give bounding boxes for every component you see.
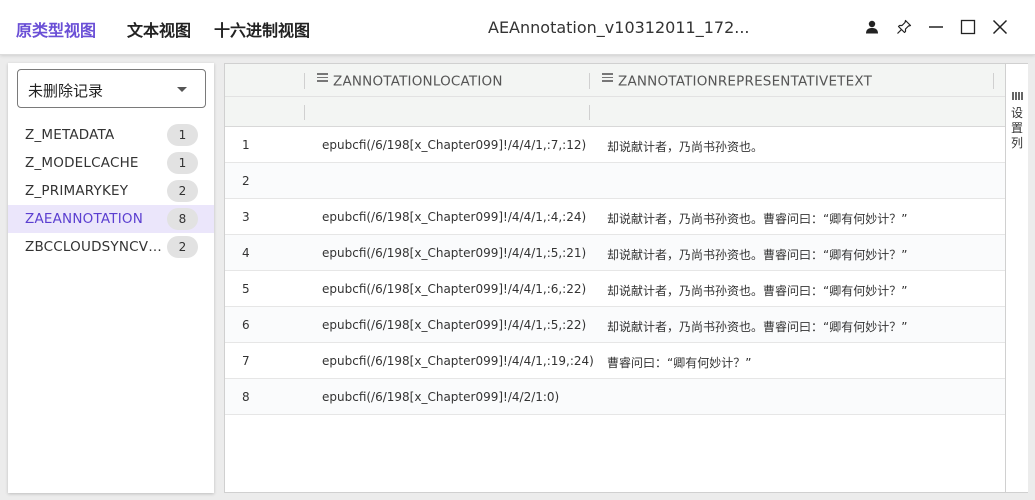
- column-header-location[interactable]: ZANNOTATIONLOCATION: [317, 64, 503, 97]
- record-count-badge: 2: [167, 236, 198, 258]
- column-menu-icon[interactable]: [317, 73, 328, 84]
- cell-location[interactable]: epubcfi(/6/198[x_Chapter099]!/4/4/1,:6,:…: [322, 282, 586, 296]
- column-header-text[interactable]: ZANNOTATIONREPRESENTATIVETEXT: [602, 64, 872, 97]
- table-row[interactable]: 5 epubcfi(/6/198[x_Chapter099]!/4/4/1,:6…: [225, 271, 1005, 307]
- row-number: 4: [242, 246, 250, 260]
- grid-body: 1 epubcfi(/6/198[x_Chapter099]!/4/4/1,:7…: [225, 127, 1005, 415]
- cell-location[interactable]: epubcfi(/6/198[x_Chapter099]!/4/4/1,:5,:…: [322, 318, 586, 332]
- row-number: 3: [242, 210, 250, 224]
- cell-location[interactable]: epubcfi(/6/198[x_Chapter099]!/4/4/1,:7,:…: [322, 138, 586, 152]
- tab-text-view[interactable]: 文本视图: [127, 17, 191, 41]
- table-row[interactable]: 4 epubcfi(/6/198[x_Chapter099]!/4/4/1,:5…: [225, 235, 1005, 271]
- row-number: 8: [242, 390, 250, 404]
- cell-location[interactable]: epubcfi(/6/198[x_Chapter099]!/4/4/1,:4,:…: [322, 210, 586, 224]
- cell-location[interactable]: epubcfi(/6/198[x_Chapter099]!/4/2/1:0): [322, 390, 559, 404]
- record-filter-select[interactable]: 未删除记录: [17, 69, 206, 108]
- row-number: 7: [242, 354, 250, 368]
- table-row[interactable]: 1 epubcfi(/6/198[x_Chapter099]!/4/4/1,:7…: [225, 127, 1005, 163]
- row-number: 1: [242, 138, 250, 152]
- table-name: Z_PRIMARYKEY: [25, 183, 129, 199]
- row-number: 5: [242, 282, 250, 296]
- table-row[interactable]: 8 epubcfi(/6/198[x_Chapter099]!/4/2/1:0): [225, 379, 1005, 415]
- minimize-icon[interactable]: [924, 15, 948, 39]
- record-count-badge: 2: [167, 180, 198, 202]
- tab-raw-view[interactable]: 原类型视图: [16, 17, 96, 41]
- record-count-badge: 1: [167, 152, 198, 174]
- column-divider[interactable]: [304, 73, 305, 89]
- table-name: ZAEANNOTATION: [25, 211, 144, 227]
- grid-header-row: ZANNOTATIONLOCATION ZANNOTATIONREPRESENT…: [225, 64, 1005, 97]
- column-header-label: ZANNOTATIONREPRESENTATIVETEXT: [618, 73, 873, 90]
- column-menu-icon[interactable]: [602, 73, 613, 84]
- title-bar: 原类型视图 文本视图 十六进制视图 AEAnnotation_v10312011…: [0, 0, 1035, 55]
- filter-divider: [304, 105, 305, 120]
- column-divider[interactable]: [589, 73, 590, 89]
- column-settings-label: 设置列: [1010, 106, 1023, 150]
- row-number: 2: [242, 174, 250, 188]
- record-count-badge: 8: [167, 208, 198, 230]
- record-filter-value: 未删除记录: [28, 82, 104, 100]
- record-count-badge: 1: [167, 124, 198, 146]
- table-row[interactable]: 3 epubcfi(/6/198[x_Chapter099]!/4/4/1,:4…: [225, 199, 1005, 235]
- user-icon[interactable]: [860, 15, 884, 39]
- table-item-zbccloudsyncversions[interactable]: ZBCCLOUDSYNCVE... 2: [8, 233, 214, 261]
- table-row[interactable]: 6 epubcfi(/6/198[x_Chapter099]!/4/4/1,:5…: [225, 307, 1005, 343]
- cell-location[interactable]: epubcfi(/6/198[x_Chapter099]!/4/4/1,:5,:…: [322, 246, 586, 260]
- row-number: 6: [242, 318, 250, 332]
- data-grid: ZANNOTATIONLOCATION ZANNOTATIONREPRESENT…: [224, 63, 1028, 493]
- table-list-panel: 未删除记录 Z_METADATA 1 Z_MODELCACHE 1 Z_PRIM…: [8, 63, 214, 493]
- filter-divider: [589, 105, 590, 120]
- caret-down-icon: [177, 87, 187, 92]
- cell-text[interactable]: 曹睿问曰：“卿有何妙计？”: [607, 354, 751, 371]
- column-header-label: ZANNOTATIONLOCATION: [333, 73, 503, 90]
- table-item-z-modelcache[interactable]: Z_MODELCACHE 1: [8, 149, 214, 177]
- table-list: Z_METADATA 1 Z_MODELCACHE 1 Z_PRIMARYKEY…: [8, 121, 214, 261]
- table-row[interactable]: 2: [225, 163, 1005, 199]
- tab-hex-view[interactable]: 十六进制视图: [214, 17, 310, 41]
- table-row[interactable]: 7 epubcfi(/6/198[x_Chapter099]!/4/4/1,:1…: [225, 343, 1005, 379]
- column-settings-tool-panel[interactable]: 设置列: [1005, 64, 1028, 492]
- cell-location[interactable]: epubcfi(/6/198[x_Chapter099]!/4/4/1,:19,…: [322, 354, 594, 368]
- cell-text[interactable]: 却说献计者，乃尚书孙资也。曹睿问曰：“卿有何妙计？”: [607, 282, 907, 299]
- table-item-z-primarykey[interactable]: Z_PRIMARYKEY 2: [8, 177, 214, 205]
- table-name: Z_METADATA: [25, 127, 115, 143]
- table-item-z-metadata[interactable]: Z_METADATA 1: [8, 121, 214, 149]
- pin-icon[interactable]: [892, 15, 916, 39]
- maximize-icon[interactable]: [956, 15, 980, 39]
- window-title: AEAnnotation_v10312011_172...: [488, 18, 750, 37]
- table-item-zaeannotation[interactable]: ZAEANNOTATION 8: [8, 205, 214, 233]
- columns-icon: [1012, 92, 1023, 100]
- cell-text[interactable]: 却说献计者，乃尚书孙资也。: [607, 138, 763, 155]
- close-icon[interactable]: [988, 15, 1012, 39]
- cell-text[interactable]: 却说献计者，乃尚书孙资也。曹睿问曰：“卿有何妙计？”: [607, 318, 907, 335]
- cell-text[interactable]: 却说献计者，乃尚书孙资也。曹睿问曰：“卿有何妙计？”: [607, 246, 907, 263]
- column-divider[interactable]: [993, 73, 994, 89]
- table-name: ZBCCLOUDSYNCVE...: [25, 239, 165, 255]
- cell-text[interactable]: 却说献计者，乃尚书孙资也。曹睿问曰：“卿有何妙计？”: [607, 210, 907, 227]
- table-name: Z_MODELCACHE: [25, 155, 139, 171]
- grid-filter-row: [225, 97, 1005, 127]
